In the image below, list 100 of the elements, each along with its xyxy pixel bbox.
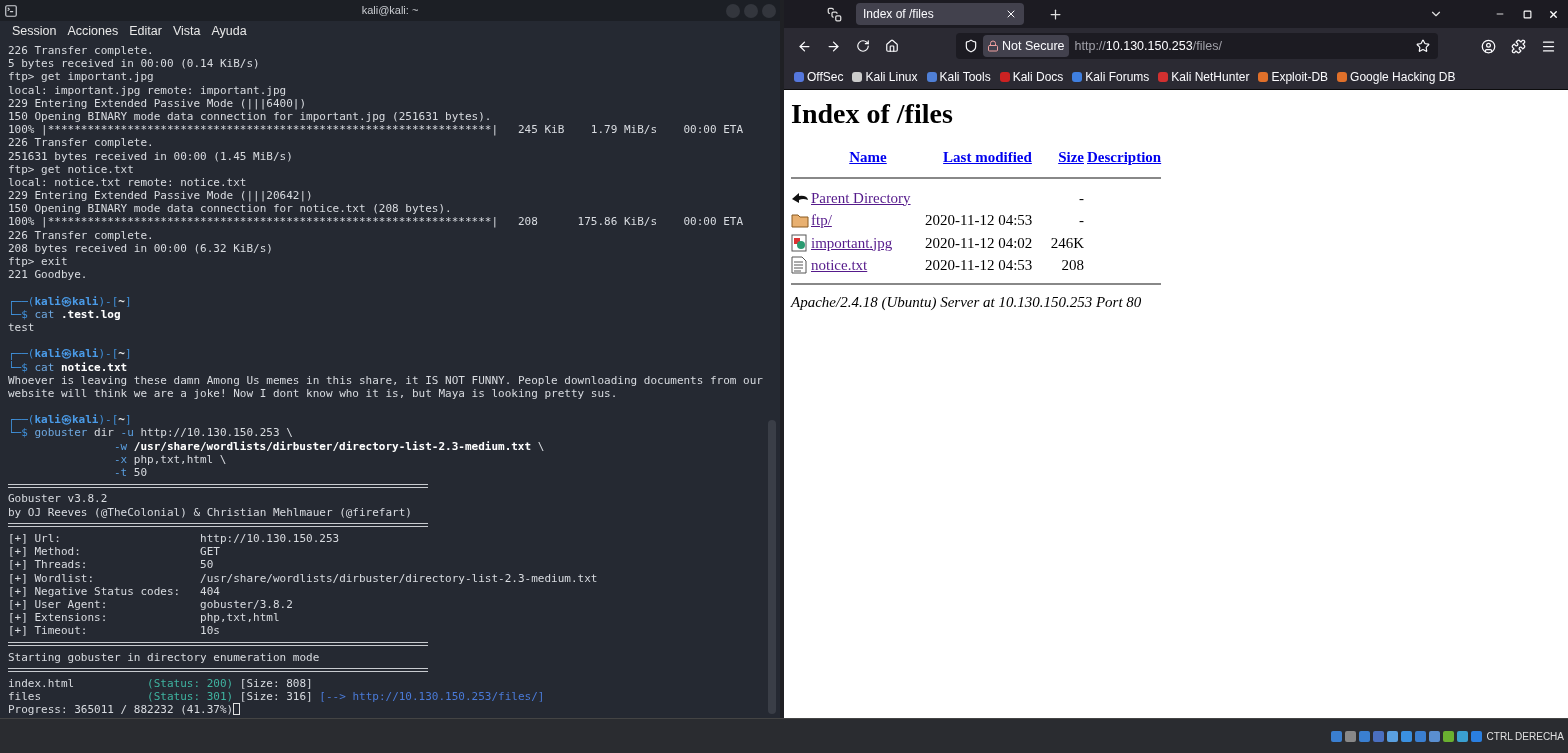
close-icon[interactable] (1548, 8, 1559, 20)
reload-icon[interactable] (856, 39, 870, 53)
terminal-text: php,txt,html \ (132, 452, 227, 466)
terminal-text: ] (125, 347, 132, 361)
column-header-link[interactable]: Size (1058, 149, 1084, 165)
terminal-text: kali㉿kali (34, 413, 99, 427)
terminal-text: /usr/share/wordlists/dirbuster/directory-list-2.3-medium.txt (132, 439, 532, 453)
terminal-text: [--> http://10.130.150.253/files/] (318, 690, 545, 704)
terminal-text: [Size: 808] (238, 677, 313, 691)
terminal-text: [+] Method: GET (8, 545, 220, 559)
terminal-text: [+] Extensions: php,txt,html (8, 611, 280, 625)
bookmark-link[interactable]: Kali Linux (852, 67, 918, 86)
terminal-text: ] (125, 294, 132, 308)
terminal-text: (Status: 301) (147, 690, 234, 704)
terminal-text: 150 Opening BINARY mode data connection for notice.txt (208 bytes). (8, 202, 452, 216)
terminal-text: [+] User Agent: gobuster/3.8.2 (8, 597, 293, 612)
page-heading: Index of /files (791, 97, 954, 131)
terminal-text: cat (33, 360, 55, 374)
terminal-text: 251631 bytes received in 00:00 (1.45 MiB/s) (8, 149, 293, 163)
terminal-text: 5 bytes received in 00:00 (0.14 KiB/s) (8, 57, 260, 71)
bookmark-link[interactable]: Kali Docs (999, 67, 1064, 86)
file-link[interactable]: notice.txt (811, 257, 868, 273)
tray-icon[interactable] (1330, 730, 1342, 742)
file-size: - (1079, 189, 1084, 206)
terminal-text: -u (119, 426, 134, 440)
terminal-text: by OJ Reeves (@TheColonial) & Christian Mehlmauer (@firefart) (8, 505, 412, 519)
tray-icon[interactable] (1400, 730, 1412, 742)
new-tab-icon[interactable] (1048, 6, 1063, 22)
terminal-text: [+] Negative Status codes: 404 (8, 584, 220, 598)
terminal-text: ftp> get notice.txt (8, 162, 134, 176)
bookmark-star-icon[interactable] (1416, 39, 1430, 53)
terminal-text: -w (113, 439, 128, 453)
terminal-text: 208 bytes received in 00:00 (6.32 KiB/s) (8, 241, 273, 255)
bookmark-link[interactable]: Google Hacking DB (1337, 67, 1456, 86)
menu-item[interactable]: Vista (172, 22, 201, 41)
address-bar[interactable]: Not Secure http://10.130.150.253/files/ (956, 33, 1438, 59)
file-link[interactable]: ftp/ (811, 212, 832, 228)
terminal-text: 100% |*******************************************************************| 245 KiB 1.79 MiB/s 00:00 ETA (8, 123, 744, 137)
url-text[interactable]: http://10.130.150.253/files/ (1074, 36, 1222, 56)
terminal-text: 100% |*******************************************************************| 208 175.86 KiB/s 00:00 ETA (8, 215, 744, 229)
terminal-text: -x (113, 452, 128, 466)
terminal-text: └─$ (8, 426, 28, 440)
bookmark-link[interactable]: Exploit-DB (1258, 67, 1329, 86)
bookmark-link[interactable]: Kali Tools (926, 67, 991, 86)
home-icon[interactable] (885, 39, 899, 53)
terminal-text: gobuster (33, 426, 88, 440)
column-header-link[interactable]: Name (849, 149, 887, 165)
tray-icon[interactable] (1372, 730, 1384, 742)
tray-icon[interactable] (1344, 730, 1356, 742)
menu-item[interactable]: Acciones (67, 22, 119, 41)
bookmark-link[interactable]: OffSec (794, 67, 844, 86)
terminal-text: local: notice.txt remote: notice.txt (8, 175, 247, 190)
terminal-text: ┌──( (8, 347, 35, 361)
file-link[interactable]: Parent Directory (811, 189, 911, 206)
bookmark-link[interactable]: Kali Forums (1072, 67, 1150, 86)
modified-date: 2020-11-12 04:53 (925, 257, 1033, 273)
account-icon[interactable] (1481, 38, 1496, 54)
terminal-text: [+] Wordlist: /usr/share/wordlists/dirbuster/directory-list-2.3-medium.txt (8, 571, 598, 585)
menu-item[interactable]: Editar (129, 22, 162, 41)
menu-item[interactable]: Session (12, 22, 57, 41)
shield-icon[interactable] (964, 39, 978, 53)
terminal-text: notice.txt (60, 360, 128, 374)
terminal-text: 229 Entering Extended Passive Mode (|||20642|) (8, 189, 313, 203)
forward-icon[interactable] (826, 38, 841, 54)
menu-icon[interactable] (1541, 38, 1556, 54)
browser-tab[interactable]: Index of /files (856, 3, 1024, 25)
terminal-text: kali㉿kali (34, 347, 99, 361)
tray-icon[interactable] (1456, 730, 1468, 742)
terminal-text: └─$ (8, 360, 28, 374)
tray-icon[interactable] (1428, 730, 1440, 742)
column-header-link[interactable]: Last modified (943, 149, 1032, 165)
file-link[interactable]: important.jpg (811, 234, 893, 251)
menu-item[interactable]: Ayuda (211, 22, 247, 41)
security-indicator[interactable]: Not Secure (983, 35, 1069, 57)
file-size: - (1079, 212, 1084, 228)
terminal-text: 150 Opening BINARY mode data connection for important.jpg (251631 bytes). (8, 109, 492, 124)
tray-icon[interactable] (1442, 730, 1454, 742)
back-icon[interactable] (797, 38, 812, 54)
bookmark-link[interactable]: Kali NetHunter (1158, 67, 1250, 86)
tray-icon[interactable] (1358, 730, 1370, 742)
file-size: 208 (1061, 257, 1084, 273)
modified-date: 2020-11-12 04:53 (925, 212, 1033, 228)
tray-icon[interactable] (1470, 730, 1482, 742)
terminal-text: ] (125, 413, 132, 427)
terminal-text: [+] Timeout: 10s (8, 624, 220, 638)
column-header-link[interactable]: Description (1087, 149, 1162, 165)
close-icon[interactable] (1005, 8, 1017, 20)
terminal-text: Whoever is leaving these damn Among Us memes in this share, it IS NOT FUNNY. People downloading documents from our (8, 373, 763, 387)
maximize-icon[interactable] (1523, 9, 1532, 19)
tray-icon[interactable] (1414, 730, 1426, 742)
lock-icon (987, 40, 999, 52)
tab-list-icon[interactable] (827, 6, 842, 22)
window-title: kali@kali: ~ (361, 3, 419, 19)
terminal-text: -t (113, 466, 128, 480)
tray-icon[interactable] (1386, 730, 1398, 742)
extensions-icon[interactable] (1511, 38, 1526, 54)
terminal-text: [Size: 316] (238, 690, 313, 704)
terminal-text: [+] Threads: 50 (8, 558, 214, 572)
terminal-text: [+] Url: http://10.130.150.253 (8, 531, 340, 546)
keyboard-hint: CTRL DERECHA (1486, 729, 1564, 744)
